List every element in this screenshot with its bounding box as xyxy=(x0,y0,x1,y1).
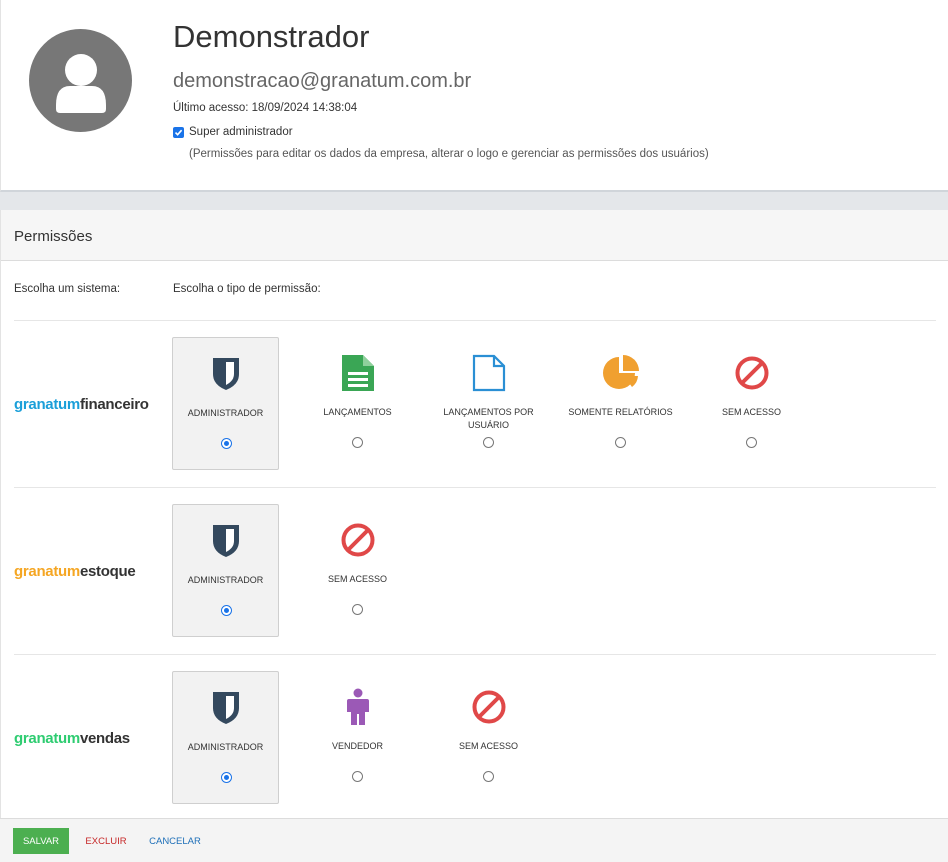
user-profile-header: Demonstrador demonstracao@granatum.com.b… xyxy=(0,0,948,192)
avatar xyxy=(29,29,132,132)
permission-option-lancamentos-por-usuario[interactable]: LANÇAMENTOS POR USUÁRIO xyxy=(435,337,542,470)
permission-option-somente-relatorios[interactable]: SOMENTE RELATÓRIOS xyxy=(567,337,674,470)
document-icon xyxy=(341,355,374,391)
forbidden-icon xyxy=(472,690,505,724)
check-icon xyxy=(174,129,183,136)
permission-radio[interactable] xyxy=(352,604,363,615)
option-label: SEM ACESSO xyxy=(721,407,782,417)
permission-radio[interactable] xyxy=(352,771,363,782)
option-label: LANÇAMENTOS xyxy=(323,407,392,417)
option-label: SEM ACESSO xyxy=(327,574,388,584)
cancel-button[interactable]: CANCELAR xyxy=(141,828,209,854)
user-icon xyxy=(56,54,106,113)
section-divider xyxy=(0,192,948,210)
granatum-vendas-logo: granatum vendas xyxy=(14,655,130,821)
permissions-panel: Permissões Escolha um sistema: Escolha o… xyxy=(0,210,948,862)
permission-radio[interactable] xyxy=(746,437,757,448)
shield-icon xyxy=(212,525,239,557)
forbidden-icon xyxy=(341,523,374,557)
permission-radio[interactable] xyxy=(352,437,363,448)
super-admin-label: Super administrador xyxy=(189,126,293,138)
option-label: ADMINISTRADOR xyxy=(187,408,264,418)
super-admin-note: (Permissões para editar os dados da empr… xyxy=(189,148,709,160)
permission-option-administrador[interactable]: ADMINISTRADOR xyxy=(172,337,279,470)
option-label: SEM ACESSO xyxy=(458,741,519,751)
permission-radio[interactable] xyxy=(221,605,232,616)
permission-option-administrador[interactable]: ADMINISTRADOR xyxy=(172,504,279,637)
super-admin-toggle[interactable]: Super administrador xyxy=(173,126,293,138)
option-label: LANÇAMENTOS POR USUÁRIO xyxy=(443,407,534,430)
forbidden-icon xyxy=(735,356,768,390)
permissions-header: Permissões xyxy=(1,210,948,261)
last-access: Último acesso: 18/09/2024 14:38:04 xyxy=(173,102,358,114)
logo-brand: granatum xyxy=(14,395,80,413)
shield-icon xyxy=(212,358,239,390)
system-row-financeiro: granatum financeiro ADMINISTRADOR LANÇAME… xyxy=(14,320,936,487)
option-label: SOMENTE RELATÓRIOS xyxy=(568,407,673,417)
permission-radio[interactable] xyxy=(483,437,494,448)
super-admin-checkbox[interactable] xyxy=(173,126,184,138)
user-name: Demonstrador xyxy=(173,19,370,54)
permissions-title: Permissões xyxy=(14,228,93,245)
pie-chart-icon xyxy=(602,355,639,389)
delete-button[interactable]: EXCLUIR xyxy=(78,828,134,854)
permission-option-vendedor[interactable]: VENDEDOR xyxy=(304,671,411,804)
permission-radio[interactable] xyxy=(221,438,232,449)
save-button[interactable]: SALVAR xyxy=(13,828,69,854)
logo-brand: granatum xyxy=(14,729,80,747)
permission-radio[interactable] xyxy=(221,772,232,783)
system-row-vendas: granatum vendas ADMINISTRADOR VENDEDOR SE… xyxy=(14,654,936,821)
person-icon xyxy=(346,688,369,725)
permission-radio[interactable] xyxy=(483,771,494,782)
choose-system-label: Escolha um sistema: xyxy=(14,283,121,295)
permission-option-administrador[interactable]: ADMINISTRADOR xyxy=(172,671,279,804)
system-row-estoque: granatum estoque ADMINISTRADOR SEM ACESSO xyxy=(14,487,936,654)
shield-icon xyxy=(212,692,239,724)
permission-radio[interactable] xyxy=(615,437,626,448)
option-label: VENDEDOR xyxy=(331,741,383,751)
granatum-financeiro-logo: granatum financeiro xyxy=(14,321,149,487)
granatum-estoque-logo: granatum estoque xyxy=(14,488,136,654)
option-label: ADMINISTRADOR xyxy=(187,575,264,585)
logo-suffix: vendas xyxy=(79,729,130,747)
permission-option-sem-acesso[interactable]: SEM ACESSO xyxy=(435,671,542,804)
logo-suffix: financeiro xyxy=(79,395,149,413)
logo-suffix: estoque xyxy=(79,562,136,580)
choose-permission-type-label: Escolha o tipo de permissão: xyxy=(173,283,321,295)
permission-option-sem-acesso[interactable]: SEM ACESSO xyxy=(698,337,805,470)
permission-option-lancamentos[interactable]: LANÇAMENTOS xyxy=(304,337,411,470)
logo-brand: granatum xyxy=(14,562,80,580)
user-email: demonstracao@granatum.com.br xyxy=(173,70,472,92)
form-footer: SALVAR EXCLUIR CANCELAR xyxy=(0,818,948,862)
permission-option-sem-acesso[interactable]: SEM ACESSO xyxy=(304,504,411,637)
blank-document-icon xyxy=(472,354,505,392)
option-label: ADMINISTRADOR xyxy=(187,742,264,752)
